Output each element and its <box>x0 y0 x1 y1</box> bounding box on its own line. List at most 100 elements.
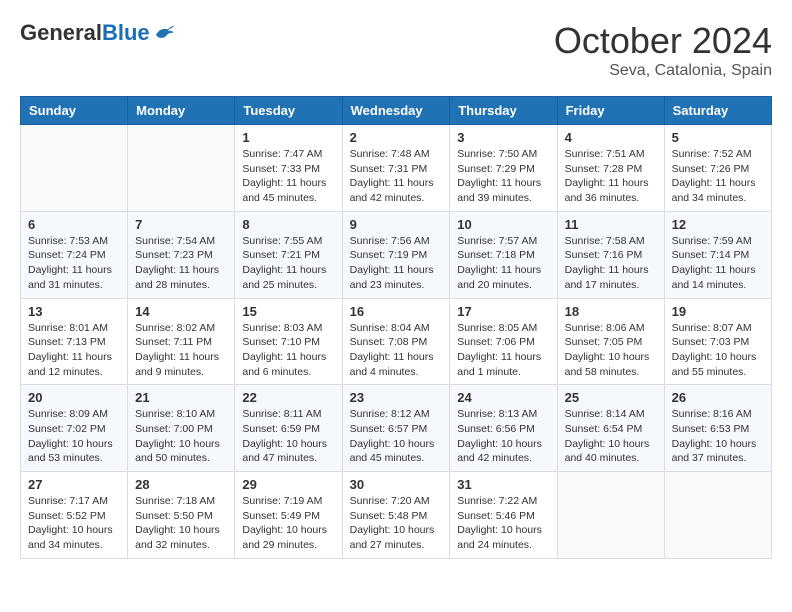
day-info: Sunrise: 8:16 AM Sunset: 6:53 PM Dayligh… <box>672 407 764 466</box>
day-number: 14 <box>135 304 227 319</box>
day-info: Sunrise: 8:01 AM Sunset: 7:13 PM Dayligh… <box>28 321 120 380</box>
day-number: 28 <box>135 477 227 492</box>
calendar-cell: 21 Sunrise: 8:10 AM Sunset: 7:00 PM Dayli… <box>128 385 235 472</box>
day-info: Sunrise: 7:58 AM Sunset: 7:16 PM Dayligh… <box>565 234 657 293</box>
day-number: 10 <box>457 217 549 232</box>
column-header-saturday: Saturday <box>664 97 771 125</box>
day-info: Sunrise: 8:09 AM Sunset: 7:02 PM Dayligh… <box>28 407 120 466</box>
calendar-cell: 5 Sunrise: 7:52 AM Sunset: 7:26 PM Daylig… <box>664 125 771 212</box>
day-number: 5 <box>672 130 764 145</box>
calendar-cell: 29 Sunrise: 7:19 AM Sunset: 5:49 PM Dayli… <box>235 472 342 559</box>
day-info: Sunrise: 7:53 AM Sunset: 7:24 PM Dayligh… <box>28 234 120 293</box>
day-number: 25 <box>565 390 657 405</box>
day-number: 30 <box>350 477 443 492</box>
day-number: 4 <box>565 130 657 145</box>
calendar-cell: 10 Sunrise: 7:57 AM Sunset: 7:18 PM Dayli… <box>450 211 557 298</box>
calendar-cell: 3 Sunrise: 7:50 AM Sunset: 7:29 PM Daylig… <box>450 125 557 212</box>
logo-blue: Blue <box>102 20 150 46</box>
calendar-cell: 12Sunrise: 7:59 AM Sunset: 7:14 PM Dayli… <box>664 211 771 298</box>
day-number: 13 <box>28 304 120 319</box>
day-number: 24 <box>457 390 549 405</box>
calendar-cell: 15 Sunrise: 8:03 AM Sunset: 7:10 PM Dayli… <box>235 298 342 385</box>
calendar-cell: 19Sunrise: 8:07 AM Sunset: 7:03 PM Dayli… <box>664 298 771 385</box>
day-number: 9 <box>350 217 443 232</box>
day-number: 16 <box>350 304 443 319</box>
column-header-monday: Monday <box>128 97 235 125</box>
calendar-week-row: 13 Sunrise: 8:01 AM Sunset: 7:13 PM Dayli… <box>21 298 772 385</box>
title-section: October 2024 Seva, Catalonia, Spain <box>554 20 772 80</box>
calendar-week-row: 27 Sunrise: 7:17 AM Sunset: 5:52 PM Dayli… <box>21 472 772 559</box>
day-info: Sunrise: 8:11 AM Sunset: 6:59 PM Dayligh… <box>242 407 334 466</box>
calendar-cell: 28Sunrise: 7:18 AM Sunset: 5:50 PM Dayli… <box>128 472 235 559</box>
day-number: 22 <box>242 390 334 405</box>
day-info: Sunrise: 7:55 AM Sunset: 7:21 PM Dayligh… <box>242 234 334 293</box>
calendar-cell: 25 Sunrise: 8:14 AM Sunset: 6:54 PM Dayli… <box>557 385 664 472</box>
calendar-cell <box>21 125 128 212</box>
day-info: Sunrise: 8:05 AM Sunset: 7:06 PM Dayligh… <box>457 321 549 380</box>
day-info: Sunrise: 8:14 AM Sunset: 6:54 PM Dayligh… <box>565 407 657 466</box>
day-number: 19 <box>672 304 764 319</box>
calendar-cell: 1 Sunrise: 7:47 AM Sunset: 7:33 PM Daylig… <box>235 125 342 212</box>
calendar-cell: 8 Sunrise: 7:55 AM Sunset: 7:21 PM Daylig… <box>235 211 342 298</box>
day-info: Sunrise: 7:22 AM Sunset: 5:46 PM Dayligh… <box>457 494 549 553</box>
calendar-cell: 22 Sunrise: 8:11 AM Sunset: 6:59 PM Dayli… <box>235 385 342 472</box>
day-info: Sunrise: 7:57 AM Sunset: 7:18 PM Dayligh… <box>457 234 549 293</box>
day-number: 7 <box>135 217 227 232</box>
day-info: Sunrise: 8:13 AM Sunset: 6:56 PM Dayligh… <box>457 407 549 466</box>
day-number: 26 <box>672 390 764 405</box>
day-number: 23 <box>350 390 443 405</box>
day-info: Sunrise: 8:03 AM Sunset: 7:10 PM Dayligh… <box>242 321 334 380</box>
logo-bird-icon <box>152 23 176 43</box>
calendar-cell: 13 Sunrise: 8:01 AM Sunset: 7:13 PM Dayli… <box>21 298 128 385</box>
calendar-week-row: 20Sunrise: 8:09 AM Sunset: 7:02 PM Dayli… <box>21 385 772 472</box>
day-info: Sunrise: 7:56 AM Sunset: 7:19 PM Dayligh… <box>350 234 443 293</box>
calendar-week-row: 1 Sunrise: 7:47 AM Sunset: 7:33 PM Daylig… <box>21 125 772 212</box>
day-number: 31 <box>457 477 549 492</box>
calendar-cell <box>128 125 235 212</box>
column-header-friday: Friday <box>557 97 664 125</box>
calendar-cell: 20Sunrise: 8:09 AM Sunset: 7:02 PM Dayli… <box>21 385 128 472</box>
column-header-thursday: Thursday <box>450 97 557 125</box>
day-info: Sunrise: 7:52 AM Sunset: 7:26 PM Dayligh… <box>672 147 764 206</box>
day-number: 8 <box>242 217 334 232</box>
calendar-header-row: SundayMondayTuesdayWednesdayThursdayFrid… <box>21 97 772 125</box>
calendar-cell: 16 Sunrise: 8:04 AM Sunset: 7:08 PM Dayli… <box>342 298 450 385</box>
calendar-cell: 11Sunrise: 7:58 AM Sunset: 7:16 PM Dayli… <box>557 211 664 298</box>
day-number: 1 <box>242 130 334 145</box>
calendar-week-row: 6 Sunrise: 7:53 AM Sunset: 7:24 PM Daylig… <box>21 211 772 298</box>
day-number: 29 <box>242 477 334 492</box>
calendar-cell: 26 Sunrise: 8:16 AM Sunset: 6:53 PM Dayli… <box>664 385 771 472</box>
day-number: 3 <box>457 130 549 145</box>
day-number: 6 <box>28 217 120 232</box>
day-info: Sunrise: 8:06 AM Sunset: 7:05 PM Dayligh… <box>565 321 657 380</box>
day-number: 12 <box>672 217 764 232</box>
day-info: Sunrise: 8:10 AM Sunset: 7:00 PM Dayligh… <box>135 407 227 466</box>
calendar-cell: 2Sunrise: 7:48 AM Sunset: 7:31 PM Daylig… <box>342 125 450 212</box>
calendar-cell: 30Sunrise: 7:20 AM Sunset: 5:48 PM Dayli… <box>342 472 450 559</box>
calendar-cell: 9 Sunrise: 7:56 AM Sunset: 7:19 PM Daylig… <box>342 211 450 298</box>
calendar-cell: 31 Sunrise: 7:22 AM Sunset: 5:46 PM Dayli… <box>450 472 557 559</box>
day-info: Sunrise: 7:47 AM Sunset: 7:33 PM Dayligh… <box>242 147 334 206</box>
day-info: Sunrise: 7:50 AM Sunset: 7:29 PM Dayligh… <box>457 147 549 206</box>
calendar-cell <box>557 472 664 559</box>
location-subtitle: Seva, Catalonia, Spain <box>554 62 772 80</box>
calendar-cell: 17 Sunrise: 8:05 AM Sunset: 7:06 PM Dayli… <box>450 298 557 385</box>
calendar-cell: 23 Sunrise: 8:12 AM Sunset: 6:57 PM Dayli… <box>342 385 450 472</box>
day-info: Sunrise: 8:12 AM Sunset: 6:57 PM Dayligh… <box>350 407 443 466</box>
calendar-cell: 4Sunrise: 7:51 AM Sunset: 7:28 PM Daylig… <box>557 125 664 212</box>
day-info: Sunrise: 8:04 AM Sunset: 7:08 PM Dayligh… <box>350 321 443 380</box>
day-number: 17 <box>457 304 549 319</box>
calendar-cell: 24 Sunrise: 8:13 AM Sunset: 6:56 PM Dayli… <box>450 385 557 472</box>
day-number: 18 <box>565 304 657 319</box>
day-info: Sunrise: 7:19 AM Sunset: 5:49 PM Dayligh… <box>242 494 334 553</box>
calendar-cell: 6 Sunrise: 7:53 AM Sunset: 7:24 PM Daylig… <box>21 211 128 298</box>
day-number: 21 <box>135 390 227 405</box>
column-header-wednesday: Wednesday <box>342 97 450 125</box>
calendar-cell: 7Sunrise: 7:54 AM Sunset: 7:23 PM Daylig… <box>128 211 235 298</box>
day-number: 15 <box>242 304 334 319</box>
column-header-sunday: Sunday <box>21 97 128 125</box>
calendar-cell: 14Sunrise: 8:02 AM Sunset: 7:11 PM Dayli… <box>128 298 235 385</box>
day-number: 27 <box>28 477 120 492</box>
calendar-cell: 18 Sunrise: 8:06 AM Sunset: 7:05 PM Dayli… <box>557 298 664 385</box>
day-info: Sunrise: 7:17 AM Sunset: 5:52 PM Dayligh… <box>28 494 120 553</box>
